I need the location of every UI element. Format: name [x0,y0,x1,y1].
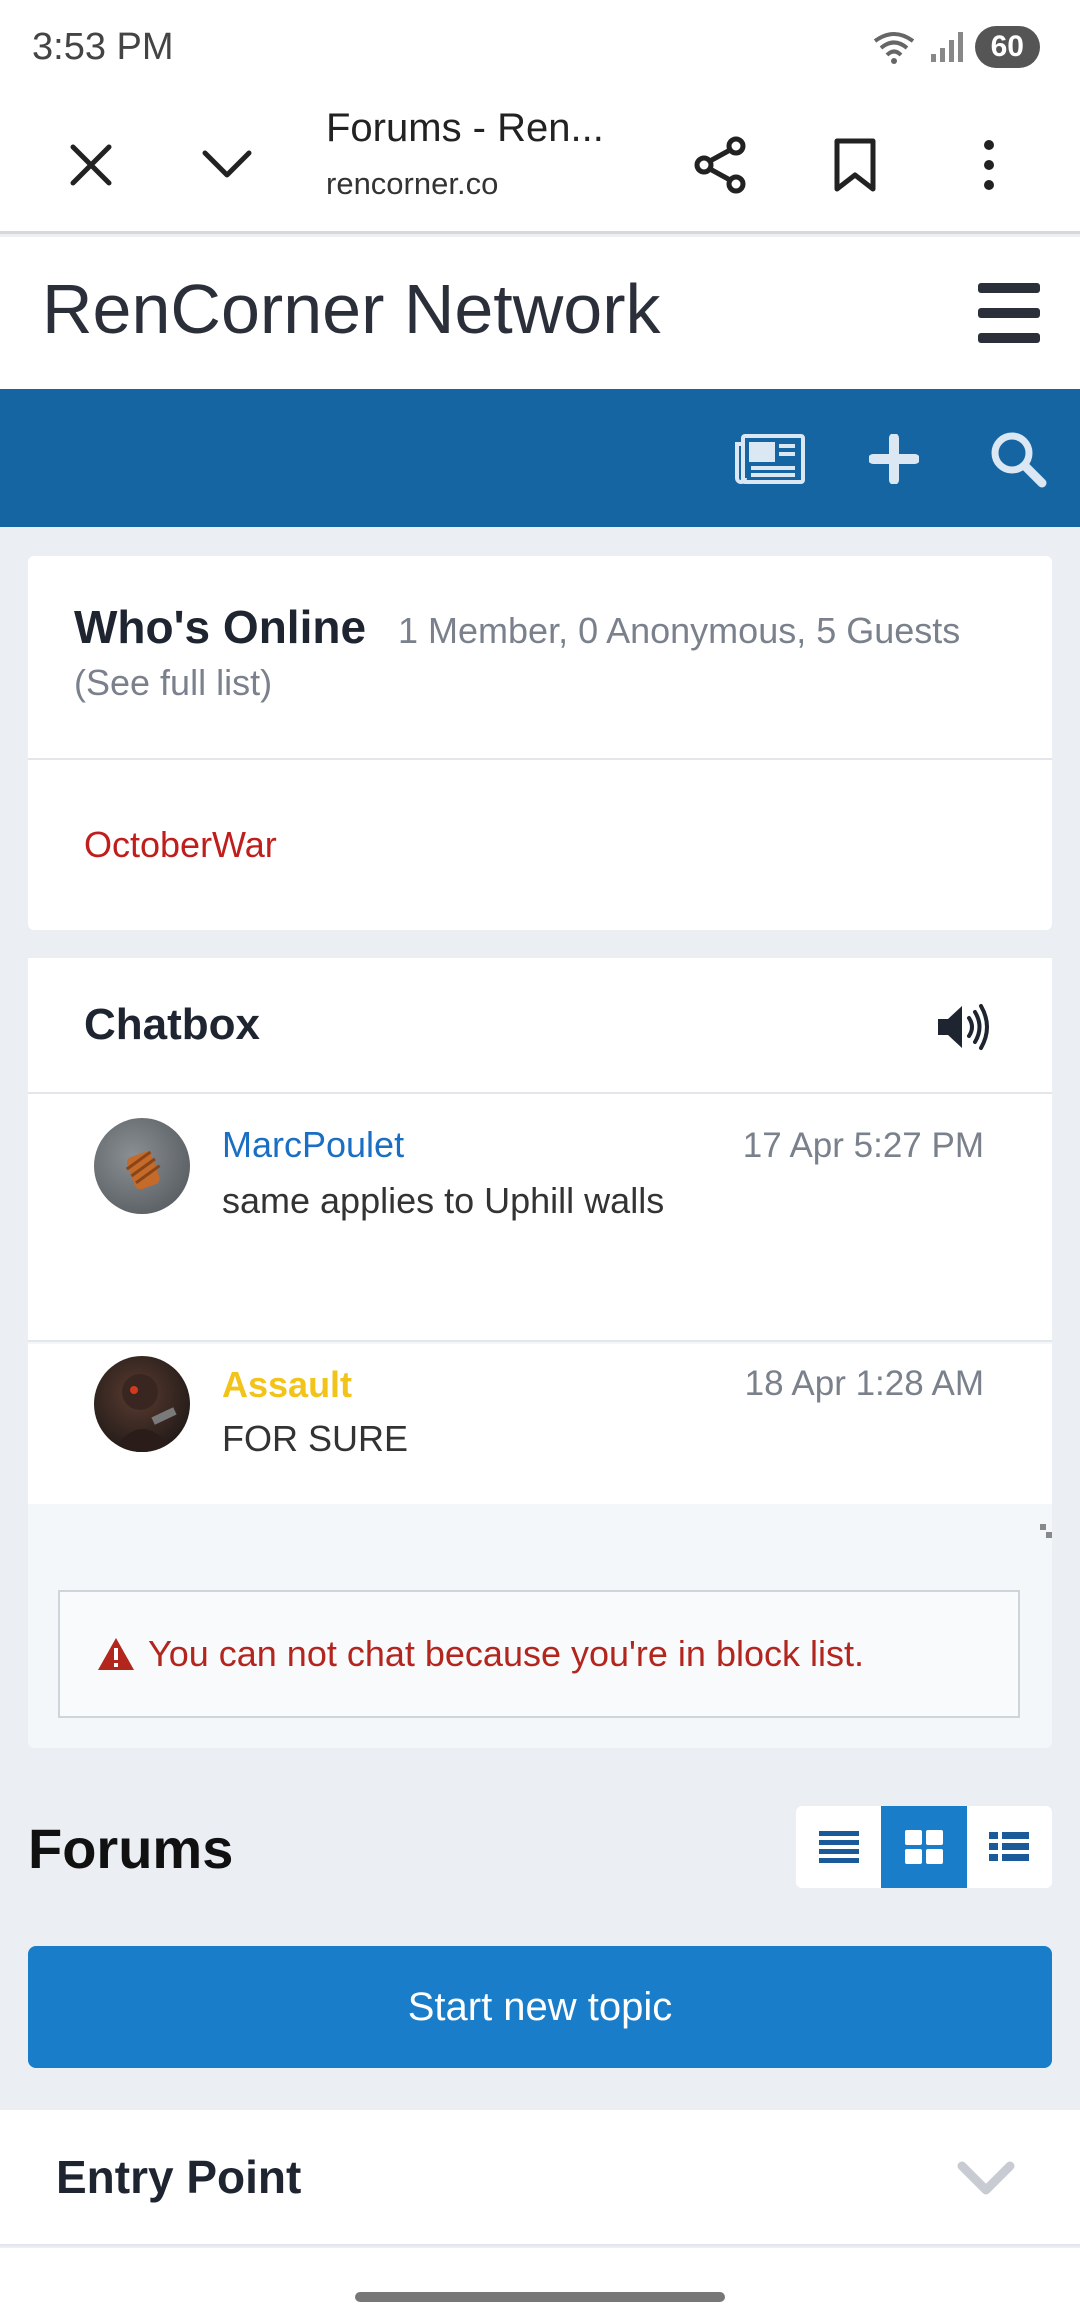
chevron-down-icon[interactable] [956,2158,1016,2198]
whos-online-counts: 1 Member, 0 Anonymous, 5 Guests [398,610,961,651]
browser-toolbar: Forums - Ren... rencorner.co [0,96,1080,234]
status-bar: 3:53 PM 60 [0,0,1080,96]
chat-message: Assault 18 Apr 1:28 AM FOR SURE [28,1344,1052,1504]
newspaper-icon[interactable] [730,419,810,499]
chatbox-card: Chatbox MarcPoulet 17 Apr 5:27 PM same a… [28,958,1052,1748]
resize-handle-icon[interactable] [1040,1524,1052,1538]
avatar[interactable] [94,1356,190,1452]
nav-bar [0,389,1080,527]
plus-icon[interactable] [854,419,934,499]
online-member-link[interactable]: OctoberWar [84,824,277,866]
bottom-area [0,2248,1080,2316]
whos-online-title: Who's Online [74,601,367,653]
battery-indicator: 60 [974,26,1040,68]
signal-icon [930,32,963,62]
grid-view-button[interactable] [881,1806,967,1888]
detailed-list-icon [989,1832,1030,1861]
category-title[interactable]: Entry Point [56,2150,301,2204]
speaker-icon[interactable] [936,1002,992,1052]
chatbox-title: Chatbox [84,1000,260,1049]
chat-username[interactable]: Assault [222,1364,352,1406]
start-new-topic-label: Start new topic [407,1984,673,2029]
forum-category[interactable]: Entry Point [0,2110,1080,2246]
chevron-down-icon[interactable] [182,120,272,210]
start-new-topic-button[interactable]: Start new topic [28,1946,1052,2068]
chat-timestamp: 18 Apr 1:28 AM [744,1364,984,1403]
chat-timestamp: 17 Apr 5:27 PM [742,1126,984,1165]
table-view-button[interactable] [796,1806,881,1888]
see-full-list-link[interactable]: (See full list) [74,662,272,704]
wifi-icon [873,32,914,64]
warning-icon [98,1638,134,1670]
list-lines-icon [818,1831,859,1863]
chat-message: MarcPoulet 17 Apr 5:27 PM same applies t… [28,1094,1052,1342]
chat-username[interactable]: MarcPoulet [222,1124,404,1166]
grid-icon [904,1830,943,1864]
more-options-icon[interactable] [944,120,1034,210]
chatbox-header: Chatbox [28,958,1052,1094]
search-icon[interactable] [978,419,1058,499]
bookmark-icon[interactable] [810,120,900,210]
avatar[interactable] [94,1118,190,1214]
browser-page-title: Forums - Ren... [326,106,604,150]
browser-url[interactable]: rencorner.co [326,166,498,202]
menu-icon[interactable] [978,283,1040,343]
whos-online-card: Who's Online 1 Member, 0 Anonymous, 5 Gu… [28,556,1052,930]
share-icon[interactable] [676,120,766,210]
chat-message-text: same applies to Uphill walls [222,1180,665,1221]
status-time: 3:53 PM [32,26,174,68]
whos-online-header: Who's Online 1 Member, 0 Anonymous, 5 Gu… [28,556,1052,760]
chat-message-text: FOR SURE [222,1418,409,1459]
blocked-message: You can not chat because you're in block… [148,1633,864,1674]
view-toggle [796,1806,1052,1888]
chat-blocked-notice: You can not chat because you're in block… [58,1590,1020,1718]
site-title[interactable]: RenCorner Network [42,269,661,349]
site-header: RenCorner Network [0,237,1080,389]
forums-title: Forums [28,1817,234,1880]
status-icons: 60 [871,26,1040,68]
close-icon[interactable] [46,120,136,210]
gesture-bar[interactable] [355,2292,725,2302]
fluid-view-button[interactable] [967,1806,1052,1888]
